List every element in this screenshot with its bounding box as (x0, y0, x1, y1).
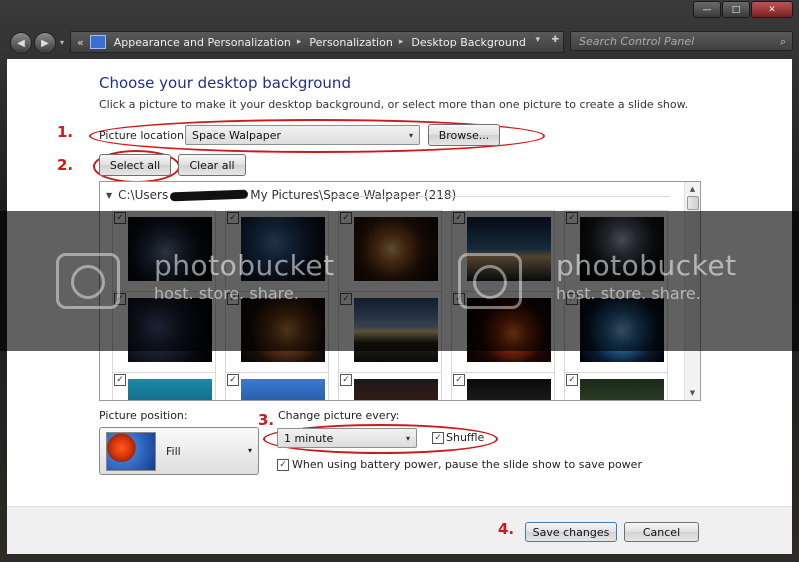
collapse-icon[interactable]: ▼ (106, 191, 112, 200)
wallpaper-tile[interactable]: ✓ (564, 372, 668, 400)
control-panel-window: — □ ✕ ◀ ▶ ▾ « Appearance and Personaliza… (0, 0, 799, 562)
breadcrumb-separator-icon[interactable]: ▸ (297, 37, 302, 47)
wallpaper-thumbnail (467, 379, 551, 400)
step-3-annotation: 3. (258, 411, 275, 429)
navigation-toolbar: ◀ ▶ ▾ « Appearance and Personalization ▸… (6, 30, 793, 54)
wallpaper-tile[interactable]: ✓ (338, 372, 442, 400)
breadcrumb-appearance[interactable]: Appearance and Personalization ▸ (114, 36, 302, 49)
page-subtitle: Click a picture to make it your desktop … (99, 98, 689, 111)
folder-path-prefix: C:\Users (118, 188, 169, 202)
battery-checkbox[interactable]: ✓ (277, 459, 289, 471)
address-bar[interactable]: « Appearance and Personalization ▸ Perso… (70, 31, 564, 53)
cancel-button[interactable]: Cancel (624, 522, 699, 542)
search-icon[interactable]: ⌕ (780, 32, 786, 52)
picture-location-label: Picture location: (99, 129, 188, 142)
back-arrow-icon: ◀ (17, 37, 25, 49)
browse-button[interactable]: Browse... (428, 124, 500, 146)
breadcrumb-label: Desktop Background (411, 35, 526, 49)
scrollbar-thumb[interactable] (687, 196, 699, 210)
back-button[interactable]: ◀ (10, 32, 32, 54)
breadcrumb-label: Personalization (309, 35, 393, 49)
watermark-left: photobucket host. store. share. (56, 249, 335, 309)
picture-location-value: Space Walpaper (192, 129, 281, 142)
folder-group-header[interactable]: ▼ C:\Users My Pictures\Space Walpaper (2… (106, 188, 456, 202)
breadcrumb-overflow-icon[interactable]: « (77, 36, 84, 49)
scroll-up-icon[interactable]: ▲ (685, 182, 700, 196)
page-title: Choose your desktop background (99, 74, 351, 92)
control-panel-icon (89, 35, 106, 49)
folder-divider (330, 196, 670, 197)
watermark-right: photobucket host. store. share. (458, 249, 737, 309)
breadcrumb-separator-icon[interactable]: ▸ (399, 37, 404, 47)
breadcrumb-label: Appearance and Personalization (113, 35, 291, 49)
wallpaper-tile[interactable]: ✓ (225, 372, 329, 400)
scroll-down-icon[interactable]: ▼ (685, 386, 700, 400)
shuffle-label[interactable]: Shuffle (446, 431, 484, 444)
checkbox[interactable]: ✓ (566, 374, 578, 386)
checkbox[interactable]: ✓ (227, 374, 239, 386)
select-all-button[interactable]: Select all (99, 154, 171, 176)
wallpaper-tile[interactable]: ✓ (451, 372, 555, 400)
interval-value: 1 minute (284, 432, 334, 445)
checkbox[interactable]: ✓ (340, 374, 352, 386)
watermark-brand: photobucket (154, 249, 335, 282)
wallpaper-thumbnail (354, 379, 438, 400)
refresh-icon[interactable]: ✚ (551, 35, 559, 45)
forward-button[interactable]: ▶ (34, 32, 56, 54)
battery-label[interactable]: When using battery power, pause the slid… (292, 458, 642, 471)
wallpaper-thumbnail (580, 379, 664, 400)
breadcrumb-desktop-background[interactable]: Desktop Background (411, 36, 526, 49)
minimize-button[interactable]: — (693, 1, 721, 18)
footer-bar: 4. Save changes Cancel (7, 506, 792, 554)
step-1-annotation: 1. (57, 123, 74, 141)
recent-pages-dropdown[interactable]: ▾ (60, 38, 64, 47)
camera-logo-icon (458, 253, 522, 309)
checkbox[interactable]: ✓ (453, 374, 465, 386)
checkbox[interactable]: ✓ (114, 374, 126, 386)
change-picture-label: Change picture every: (278, 409, 400, 422)
search-placeholder: Search Control Panel (579, 35, 695, 48)
shuffle-checkbox[interactable]: ✓ (432, 432, 444, 444)
interval-dropdown[interactable]: 1 minute ▾ (277, 428, 417, 448)
wallpaper-tile[interactable]: ✓ (112, 372, 216, 400)
step-4-annotation: 4. (498, 520, 515, 538)
watermark-brand: photobucket (556, 249, 737, 282)
chevron-down-icon: ▾ (405, 434, 410, 443)
watermark-tagline: host. store. share. (154, 284, 299, 303)
chevron-down-icon: ▾ (247, 446, 252, 455)
redacted-username (170, 189, 249, 201)
step-2-annotation: 2. (57, 156, 74, 174)
picture-location-dropdown[interactable]: Space Walpaper ▾ (185, 125, 420, 145)
picture-position-dropdown[interactable]: Fill ▾ (99, 427, 259, 475)
address-dropdown-icon[interactable]: ▾ (535, 35, 540, 45)
address-controls: ▾ ✚ (535, 35, 559, 45)
wallpaper-thumbnail (241, 379, 325, 400)
caption-buttons: — □ ✕ (693, 1, 793, 18)
forward-arrow-icon: ▶ (41, 37, 49, 49)
watermark-band: photobucket host. store. share. photobuc… (0, 211, 799, 351)
flower-preview-icon (106, 432, 156, 471)
breadcrumb-personalization[interactable]: Personalization ▸ (309, 36, 403, 49)
maximize-button[interactable]: □ (722, 1, 750, 18)
watermark-tagline: host. store. share. (556, 284, 701, 303)
folder-path-suffix: My Pictures\Space Walpaper (218) (250, 188, 457, 202)
save-changes-button[interactable]: Save changes (525, 522, 617, 542)
chevron-down-icon: ▾ (408, 131, 413, 140)
close-button[interactable]: ✕ (751, 1, 793, 18)
search-input[interactable]: Search Control Panel ⌕ (570, 31, 793, 51)
camera-logo-icon (56, 253, 120, 309)
picture-position-value: Fill (166, 445, 181, 458)
clear-all-button[interactable]: Clear all (178, 154, 246, 176)
wallpaper-thumbnail (128, 379, 212, 400)
picture-position-label: Picture position: (99, 409, 188, 422)
